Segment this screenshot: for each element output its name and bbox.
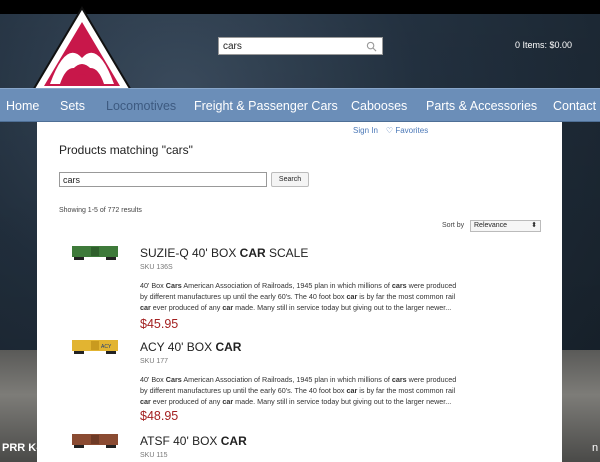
favorites-label: Favorites: [395, 126, 429, 135]
site-logo[interactable]: [30, 6, 134, 94]
account-links: Sign In ♡ Favorites: [353, 126, 428, 135]
desc-match: car: [346, 292, 358, 301]
desc-text: 40' Box: [140, 281, 166, 290]
results-search: Search: [59, 172, 309, 187]
desc-text: American Association of Railroads, 1945 …: [181, 281, 392, 290]
sort-label: Sort by: [442, 222, 465, 229]
desc-text: made. Many still in service today but gi…: [233, 397, 452, 406]
header-search-input[interactable]: [219, 40, 359, 52]
desc-match: Cars: [165, 281, 182, 290]
desc-match: Cars: [165, 375, 182, 384]
desc-match: car: [140, 397, 151, 406]
product-thumbnail[interactable]: ACY: [71, 338, 119, 356]
chevron-updown-icon: ⬍: [531, 222, 537, 229]
search-icon[interactable]: [366, 41, 377, 52]
desc-text: ever produced of any: [150, 397, 223, 406]
product-name-match: CAR: [215, 340, 242, 354]
search-button[interactable]: Search: [271, 172, 309, 187]
desc-match: cars: [391, 375, 407, 384]
nav-cabooses[interactable]: Cabooses: [351, 99, 407, 113]
desc-text: 40' Box: [140, 375, 166, 384]
nav-contact[interactable]: Contact: [553, 99, 596, 113]
product-name-text: SUZIE-Q 40' BOX: [140, 246, 240, 260]
nav-freight-passenger-cars[interactable]: Freight & Passenger Cars: [194, 99, 338, 113]
desc-match: car: [222, 397, 234, 406]
desc-match: car: [140, 303, 151, 312]
product-name-match: CAR: [220, 434, 247, 448]
desc-match: cars: [391, 281, 407, 290]
product-name-text: ACY 40' BOX: [140, 340, 216, 354]
desc-match: car: [346, 386, 358, 395]
product-name-suffix: SCALE: [265, 246, 309, 260]
product-name-match: CAR: [239, 246, 266, 260]
nav-parts-accessories[interactable]: Parts & Accessories: [426, 99, 537, 113]
desc-match: car: [222, 303, 234, 312]
desc-text: by different manufactures up until the e…: [140, 292, 347, 301]
product-description: 40' Box Cars American Association of Rai…: [140, 374, 530, 407]
heart-icon: ♡: [385, 126, 394, 135]
product-sku: SKU 177: [140, 358, 169, 365]
results-search-input[interactable]: [59, 172, 267, 187]
product-price: $45.95: [140, 317, 179, 331]
desc-text: ever produced of any: [150, 303, 223, 312]
sort-value: Relevance: [474, 222, 508, 229]
product-description: 40' Box Cars American Association of Rai…: [140, 280, 530, 313]
background-caption-right: n: [592, 442, 599, 454]
svg-text:ACY: ACY: [101, 344, 112, 350]
desc-text: made. Many still in service today but gi…: [233, 303, 452, 312]
cart-summary[interactable]: 0 Items: $0.00: [515, 40, 572, 50]
nav-home[interactable]: Home: [6, 99, 39, 113]
results-panel: Sign In ♡ Favorites Products matching "c…: [37, 122, 562, 462]
desc-text: is by far the most common rail: [357, 292, 456, 301]
desc-text: were produced: [406, 375, 457, 384]
product-name[interactable]: SUZIE-Q 40' BOX CAR SCALE: [140, 246, 308, 260]
header-search[interactable]: [218, 37, 383, 55]
product-thumbnail[interactable]: [71, 244, 119, 262]
product-sku: SKU 115: [140, 452, 168, 459]
nav-locomotives[interactable]: Locomotives: [106, 99, 176, 113]
desc-text: were produced: [406, 281, 457, 290]
desc-text: American Association of Railroads, 1945 …: [181, 375, 392, 384]
favorites-link[interactable]: ♡ Favorites: [386, 126, 428, 135]
main-nav: Home Sets Locomotives Freight & Passenge…: [0, 88, 600, 122]
product-name[interactable]: ATSF 40' BOX CAR: [140, 434, 247, 448]
results-count: Showing 1-5 of 772 results: [59, 207, 142, 214]
background-caption-left: PRR K-: [2, 442, 40, 454]
product-name-text: ATSF 40' BOX: [140, 434, 221, 448]
sign-in-link[interactable]: Sign In: [353, 126, 378, 135]
desc-text: is by far the most common rail: [357, 386, 456, 395]
product-thumbnail[interactable]: [71, 432, 119, 450]
page-title: Products matching "cars": [59, 143, 193, 157]
product-name[interactable]: ACY 40' BOX CAR: [140, 340, 241, 354]
desc-text: by different manufactures up until the e…: [140, 386, 347, 395]
nav-sets[interactable]: Sets: [60, 99, 85, 113]
sort-select[interactable]: Relevance ⬍: [470, 220, 541, 232]
product-sku: SKU 136S: [140, 264, 173, 271]
product-price: $48.95: [140, 409, 179, 423]
